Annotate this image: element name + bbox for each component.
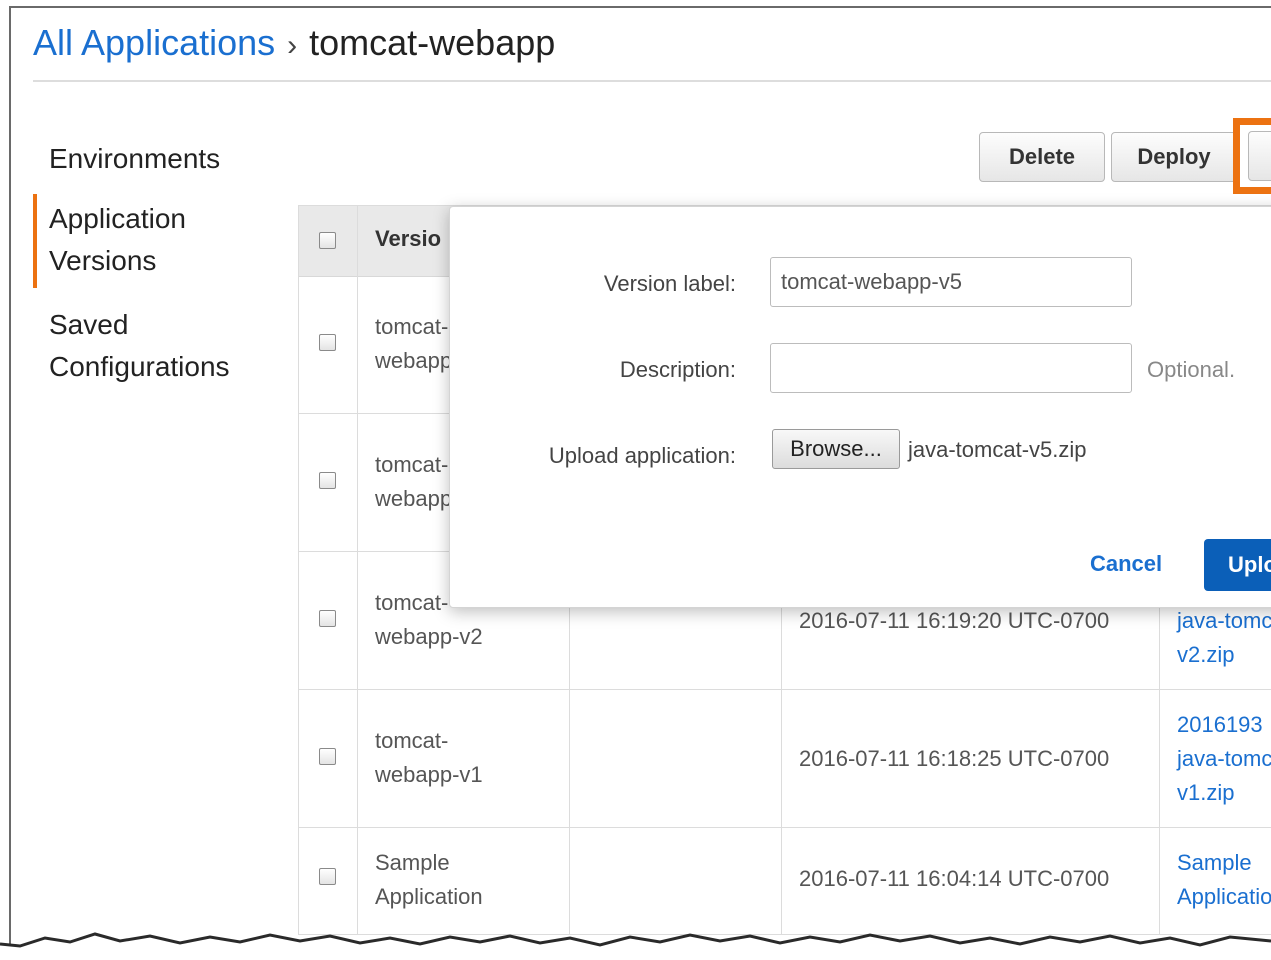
version-label-label: Version label: — [603, 271, 736, 296]
delete-button[interactable]: Delete — [979, 132, 1105, 182]
breadcrumb-separator: › — [287, 29, 298, 62]
version-label-text: webapp — [375, 486, 453, 511]
sidebar-item-label: Saved — [49, 309, 129, 340]
row-checkbox[interactable] — [319, 334, 336, 351]
row-divider — [299, 689, 1271, 690]
sidebar-item-saved-configurations[interactable]: Saved Configurations — [49, 304, 230, 388]
source-link-text[interactable]: java-tomc — [1177, 742, 1271, 776]
upload-application-label: Upload application: — [548, 443, 736, 468]
sidebar-item-application-versions[interactable]: Application Versions — [49, 198, 186, 282]
upload-and-deploy-button[interactable]: U — [1248, 131, 1271, 181]
breadcrumb-current: tomcat-webapp — [309, 22, 556, 63]
breadcrumb: All Applications › tomcat-webapp — [33, 22, 555, 64]
source-link[interactable]: java-tomc v2.zip — [1177, 604, 1271, 672]
source-link-text[interactable]: v1.zip — [1177, 776, 1271, 810]
upload-button[interactable]: Uplo — [1204, 539, 1271, 591]
source-link-text[interactable]: java-tomc — [1177, 604, 1271, 638]
column-divider — [357, 206, 358, 934]
description-label: Description: — [619, 357, 736, 382]
source-link-text[interactable]: 2016193 — [1177, 708, 1271, 742]
version-label-text: tomcat- — [375, 314, 449, 339]
version-label-input[interactable]: tomcat-webapp-v5 — [770, 257, 1132, 307]
source-link[interactable]: 2016193 java-tomc v1.zip — [1177, 708, 1271, 810]
header-divider — [33, 80, 1271, 82]
description-input[interactable] — [770, 343, 1132, 393]
source-link-text[interactable]: Applicatio — [1177, 880, 1271, 914]
upload-and-deploy-button-highlight[interactable]: U — [1233, 118, 1271, 194]
version-label-text: tomcat- — [375, 728, 449, 753]
selected-file-name: java-tomcat-v5.zip — [908, 437, 1087, 462]
version-label-cell: Sample Application — [375, 846, 483, 914]
sidebar-item-label: Application — [49, 203, 186, 234]
upload-version-dialog: Version label: tomcat-webapp-v5 Descript… — [449, 206, 1271, 608]
date-created-cell: 2016-07-11 16:19:20 UTC-0700 — [799, 608, 1110, 633]
browse-button[interactable]: Browse... — [772, 429, 900, 469]
row-checkbox[interactable] — [319, 472, 336, 489]
row-checkbox[interactable] — [319, 868, 336, 885]
version-label-text: Sample — [375, 850, 450, 875]
row-checkbox[interactable] — [319, 610, 336, 627]
console-frame: All Applications › tomcat-webapp Environme… — [9, 6, 1271, 948]
breadcrumb-all-applications-link[interactable]: All Applications — [33, 22, 275, 63]
row-checkbox[interactable] — [319, 748, 336, 765]
sidebar-item-label: Versions — [49, 245, 157, 276]
description-optional-hint: Optional. — [1147, 357, 1236, 382]
cancel-button[interactable]: Cancel — [1090, 551, 1162, 577]
version-label-text: webapp-v1 — [375, 762, 483, 787]
version-label-text: Application — [375, 884, 483, 909]
version-label-cell: tomcat- webapp-v1 — [375, 724, 483, 792]
torn-edge-decoration — [0, 932, 1271, 960]
sidebar-item-label: Environments — [49, 143, 221, 174]
source-link-text[interactable]: v2.zip — [1177, 638, 1271, 672]
column-header-version-label[interactable]: Versio — [375, 226, 441, 252]
sidebar-item-label: Configurations — [49, 351, 230, 382]
source-link[interactable]: Sample Applicatio — [1177, 846, 1271, 914]
date-created-cell: 2016-07-11 16:04:14 UTC-0700 — [799, 866, 1110, 891]
row-divider — [299, 827, 1271, 828]
version-label-text: webapp-v2 — [375, 624, 483, 649]
deploy-button[interactable]: Deploy — [1111, 132, 1237, 182]
source-link-text[interactable]: Sample — [1177, 846, 1271, 880]
select-all-checkbox[interactable] — [319, 232, 336, 249]
active-indicator — [33, 194, 37, 288]
date-created-cell: 2016-07-11 16:18:25 UTC-0700 — [799, 746, 1110, 771]
sidebar-item-environments[interactable]: Environments — [49, 138, 220, 180]
